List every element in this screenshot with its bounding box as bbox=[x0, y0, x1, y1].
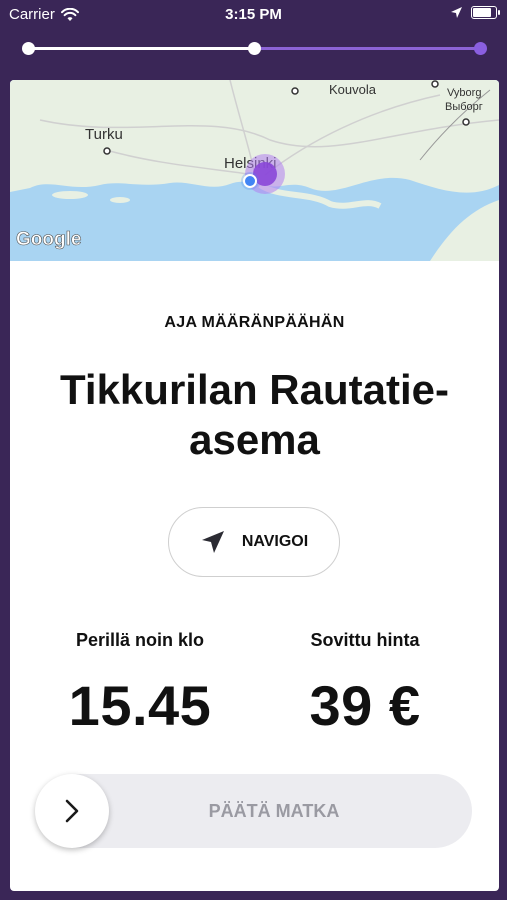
battery-icon bbox=[471, 6, 500, 19]
progress-completed bbox=[28, 47, 254, 50]
navigation-arrow-icon bbox=[201, 531, 224, 553]
map-attribution-logo: Google bbox=[16, 229, 81, 250]
battery-fill bbox=[473, 8, 491, 17]
destination-name: Tikkurilan Rautatie-asema bbox=[60, 366, 449, 464]
trip-card: Turku Kouvola Vyborg Выборг Helsinki Goo… bbox=[10, 80, 499, 891]
status-bar: Carrier 3:15 PM bbox=[0, 0, 507, 30]
progress-step-1 bbox=[21, 42, 35, 55]
location-arrow-icon bbox=[451, 7, 462, 18]
arrival-label: Perillä noin klo bbox=[75, 630, 205, 650]
end-trip-slider[interactable]: PÄÄTÄ MATKA bbox=[35, 774, 472, 848]
price-info: Sovittu hinta 39 € bbox=[245, 630, 485, 738]
trip-progress bbox=[21, 42, 487, 55]
arrival-time: 15.45 bbox=[68, 674, 212, 737]
chevron-right-icon bbox=[65, 799, 79, 823]
map-label-kouvola: Kouvola bbox=[329, 82, 377, 97]
map-label-vyborg: Vyborg bbox=[447, 87, 481, 99]
progress-step-2 bbox=[247, 42, 261, 55]
price-label: Sovittu hinta bbox=[310, 630, 420, 650]
navigate-label: NAVIGOI bbox=[241, 533, 309, 550]
map-view[interactable]: Turku Kouvola Vyborg Выборг Helsinki Goo… bbox=[10, 80, 499, 261]
arrival-info: Perillä noin klo 15.45 bbox=[20, 630, 260, 738]
slider-handle[interactable] bbox=[35, 774, 109, 848]
status-right bbox=[450, 6, 500, 19]
navigate-button[interactable]: NAVIGOI bbox=[168, 507, 340, 577]
trip-instruction: AJA MÄÄRÄNPÄÄHÄN bbox=[164, 314, 345, 331]
map-label-vyborg-cyrillic: Выборг bbox=[445, 101, 483, 113]
price-value: 39 € bbox=[309, 674, 421, 737]
user-location-marker bbox=[243, 174, 257, 188]
map-label-turku: Turku bbox=[85, 126, 123, 143]
status-time: 3:15 PM bbox=[225, 6, 282, 23]
turku-marker bbox=[103, 147, 111, 155]
progress-step-3 bbox=[473, 42, 487, 55]
